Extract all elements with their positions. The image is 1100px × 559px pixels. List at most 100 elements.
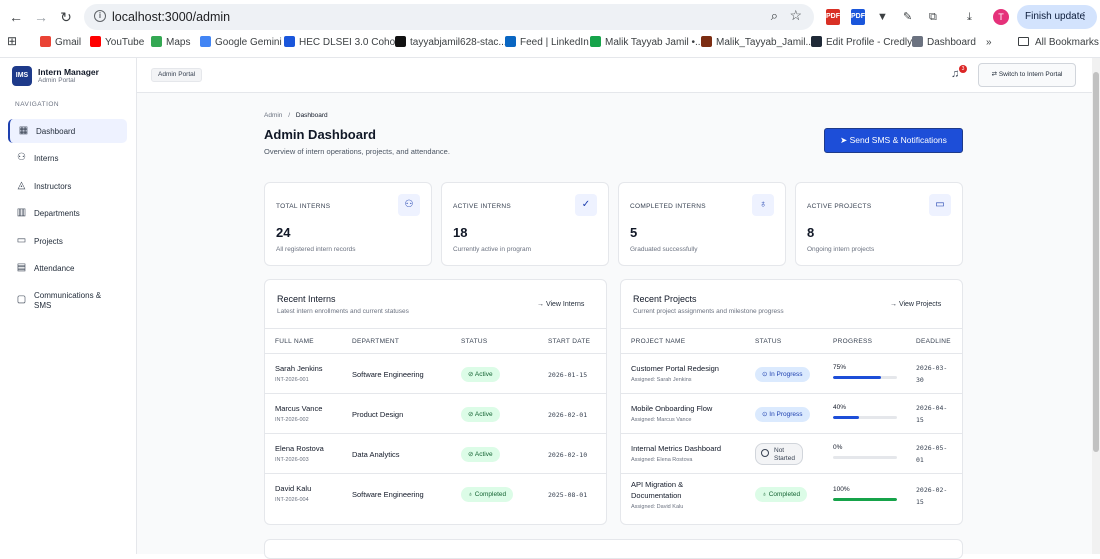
breadcrumb-root[interactable]: Admin (264, 112, 282, 119)
bookmark-dashboard[interactable]: Dashboard (912, 36, 976, 50)
table-row[interactable]: Internal Metrics Dashboard Assigned: Ele… (621, 434, 962, 474)
extensions-puzzle-icon[interactable]: ⧉ (929, 9, 937, 25)
kebab-menu-icon[interactable]: ⋮ (1079, 5, 1089, 29)
bookmark-profile[interactable]: Malik Tayyab Jamil •... (590, 36, 703, 50)
progress-label: 0% (833, 444, 843, 451)
intern-id: INT-2026-004 (275, 497, 309, 503)
bookmark-credly[interactable]: Edit Profile - Credly (811, 36, 912, 50)
column-header[interactable]: DEPARTMENT (352, 338, 399, 345)
project-assignee: Assigned: David Kalu (631, 504, 684, 510)
check-circle-icon: ⊘ (468, 451, 475, 458)
panel-title: Recent Projects (633, 294, 697, 304)
sidebar-item-projects[interactable]: ▭ Projects (8, 229, 127, 253)
reload-icon[interactable]: ↻ (58, 9, 74, 25)
start-date: 2026-02-10 (548, 451, 588, 459)
sidebar-item-label: Dashboard (36, 127, 76, 136)
page-scrollbar-thumb[interactable] (1093, 72, 1099, 452)
dashboard-icon (912, 36, 923, 47)
stat-description: Currently active in program (453, 246, 532, 253)
graduation-cap-icon: ◬ (17, 180, 26, 191)
project-assignee: Assigned: Marcus Vance (631, 417, 692, 423)
award-icon: ♁ (752, 194, 774, 216)
bookmark-github[interactable]: tayyabjamil628-stac... (395, 36, 507, 50)
intern-department: Product Design (352, 410, 404, 419)
zoom-icon[interactable]: ⌕ (771, 8, 778, 24)
finish-update-button[interactable]: Finish update ⋮ (1017, 5, 1097, 29)
view-projects-link[interactable]: → View Projects (890, 301, 941, 308)
main-content: Admin / Dashboard Admin Dashboard Overvi… (137, 93, 1092, 559)
credly-icon (811, 36, 822, 47)
column-header[interactable]: FULL NAME (275, 338, 314, 345)
url-text[interactable]: localhost:3000/admin (112, 10, 230, 24)
bookmark-linkedin[interactable]: Feed | LinkedIn (505, 36, 589, 50)
table-row[interactable]: Customer Portal Redesign Assigned: Sarah… (621, 354, 962, 394)
award-icon: ♁ (468, 491, 475, 498)
project-assignee: Assigned: Elena Rostova (631, 457, 693, 463)
column-header[interactable]: PROGRESS (833, 338, 872, 345)
sidebar-item-dashboard[interactable]: ▦ Dashboard (8, 119, 127, 143)
profile-avatar[interactable]: T (993, 9, 1009, 25)
sidebar-item-communications[interactable]: ▢ Communications & SMS (8, 288, 127, 314)
deadline: 2026-04- (916, 404, 948, 412)
award-icon: ♁ (762, 491, 769, 498)
bookmark-maps[interactable]: Maps (151, 36, 190, 50)
all-bookmarks-button[interactable]: All Bookmarks (1018, 36, 1099, 50)
bookmark-youtube[interactable]: YouTube (90, 36, 144, 50)
table-row[interactable]: Sarah Jenkins INT-2026-001 Software Engi… (265, 354, 606, 394)
more-bookmarks-icon[interactable]: » (986, 36, 992, 50)
sidebar-item-instructors[interactable]: ◬ Instructors (8, 174, 127, 198)
sidebar-item-attendance[interactable]: ▤ Attendance (8, 256, 127, 280)
pen-extension-icon[interactable]: ✎ (903, 9, 912, 25)
table-header: PROJECT NAME STATUS PROGRESS DEADLINE (621, 328, 962, 354)
github-icon (395, 36, 406, 47)
message-icon: ▢ (16, 294, 27, 305)
project-name: Mobile Onboarding Flow (631, 404, 713, 413)
forward-icon[interactable]: → (33, 9, 49, 25)
column-header[interactable]: DEADLINE (916, 338, 951, 345)
address-bar[interactable]: i localhost:3000/admin ⌕ ☆ (84, 4, 814, 30)
bookmark-hec[interactable]: HEC DLSEI 3.0 Coho... (284, 36, 404, 50)
download-icon[interactable]: ⤓ (967, 9, 972, 25)
shield-extension-icon[interactable]: ▼ (877, 9, 888, 25)
column-header[interactable]: START DATE (548, 338, 590, 345)
linkedin-icon (505, 36, 516, 47)
bookmark-star-icon[interactable]: ☆ (789, 7, 802, 24)
column-header[interactable]: STATUS (755, 338, 781, 345)
stat-value: 24 (276, 225, 291, 240)
bookmark-resume[interactable]: Malik_Tayyab_Jamil... (701, 36, 814, 50)
next-section-card (264, 539, 963, 559)
pdf-extension-icon[interactable]: PDF (826, 9, 840, 25)
stat-value: 18 (453, 225, 468, 240)
sidebar-item-interns[interactable]: ⚇ Interns (8, 146, 127, 170)
pdf-tool-extension-icon[interactable]: PDF (851, 9, 865, 25)
sidebar-item-label: Projects (34, 237, 63, 246)
view-interns-link[interactable]: → View Interns (537, 301, 584, 308)
sidebar-item-departments[interactable]: ▥ Departments (8, 201, 127, 225)
bookmark-gmail[interactable]: Gmail (40, 36, 81, 50)
stat-description: Graduated successfully (630, 246, 698, 253)
intern-department: Software Engineering (352, 490, 424, 499)
send-sms-button[interactable]: ➤ Send SMS & Notifications (824, 128, 963, 153)
page-subtitle: Overview of intern operations, projects,… (264, 147, 450, 156)
start-date: 2025-08-01 (548, 491, 588, 499)
bookmark-gemini[interactable]: Google Gemini (200, 36, 282, 50)
sidebar: IMS Intern Manager Admin Portal NAVIGATI… (0, 58, 137, 554)
intern-id: INT-2026-002 (275, 417, 309, 423)
site-info-icon[interactable]: i (94, 10, 106, 22)
progress-bar (833, 416, 897, 419)
table-row[interactable]: David Kalu INT-2026-004 Software Enginee… (265, 474, 606, 514)
folder-icon: ▭ (929, 194, 951, 216)
bell-icon[interactable]: ♫ (951, 68, 959, 80)
table-row[interactable]: Marcus Vance INT-2026-002 Product Design… (265, 394, 606, 434)
back-icon[interactable]: ← (8, 9, 24, 25)
switch-portal-button[interactable]: ⇄ Switch to Intern Portal (978, 63, 1076, 87)
start-date: 2026-02-01 (548, 411, 588, 419)
users-icon: ⚇ (398, 194, 420, 216)
portal-context-badge: Admin Portal (151, 68, 203, 82)
column-header[interactable]: STATUS (461, 338, 487, 345)
table-row[interactable]: Mobile Onboarding Flow Assigned: Marcus … (621, 394, 962, 434)
table-row[interactable]: Elena Rostova INT-2026-003 Data Analytic… (265, 434, 606, 474)
apps-grid-icon[interactable]: ⊞ (7, 34, 17, 48)
column-header[interactable]: PROJECT NAME (631, 338, 685, 345)
table-row[interactable]: API Migration & Documentation Assigned: … (621, 474, 962, 514)
